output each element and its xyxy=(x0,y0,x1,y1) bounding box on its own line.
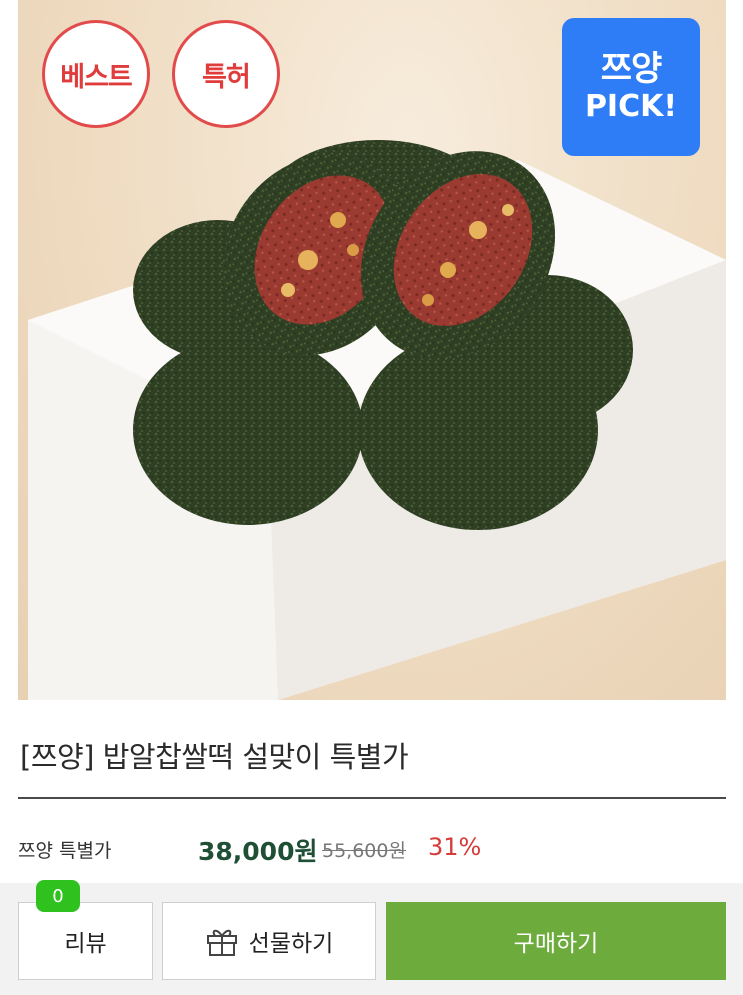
discount-rate: 31% xyxy=(428,833,482,861)
best-badge: 베스트 xyxy=(42,20,150,128)
pick-badge-line2: PICK! xyxy=(584,89,678,124)
gift-button-label: 선물하기 xyxy=(248,931,334,957)
buy-button[interactable]: 구매하기 xyxy=(386,902,726,980)
review-button-label: 리뷰 xyxy=(64,931,107,957)
gift-button[interactable]: 선물하기 xyxy=(162,902,376,980)
product-title: [쯔양] 밥알찹쌀떡 설맞이 특별가 xyxy=(20,740,409,774)
review-count-badge: 0 xyxy=(36,880,80,912)
price-row: 쯔양 특별가 38,000원 55,600원 31% xyxy=(18,830,726,870)
patent-badge: 특허 xyxy=(172,20,280,128)
buy-button-label: 구매하기 xyxy=(513,931,599,957)
pick-badge: 쯔양 PICK! xyxy=(562,18,700,156)
pick-badge-line1: 쯔양 xyxy=(600,49,663,89)
title-divider xyxy=(18,797,726,799)
gift-icon xyxy=(205,926,239,956)
review-button[interactable]: 리뷰 xyxy=(18,902,153,980)
original-price: 55,600원 xyxy=(322,840,406,862)
product-image: 베스트 특허 쯔양 PICK! xyxy=(18,0,726,700)
price-label: 쯔양 특별가 xyxy=(18,840,112,862)
sale-price: 38,000원 xyxy=(198,837,318,866)
